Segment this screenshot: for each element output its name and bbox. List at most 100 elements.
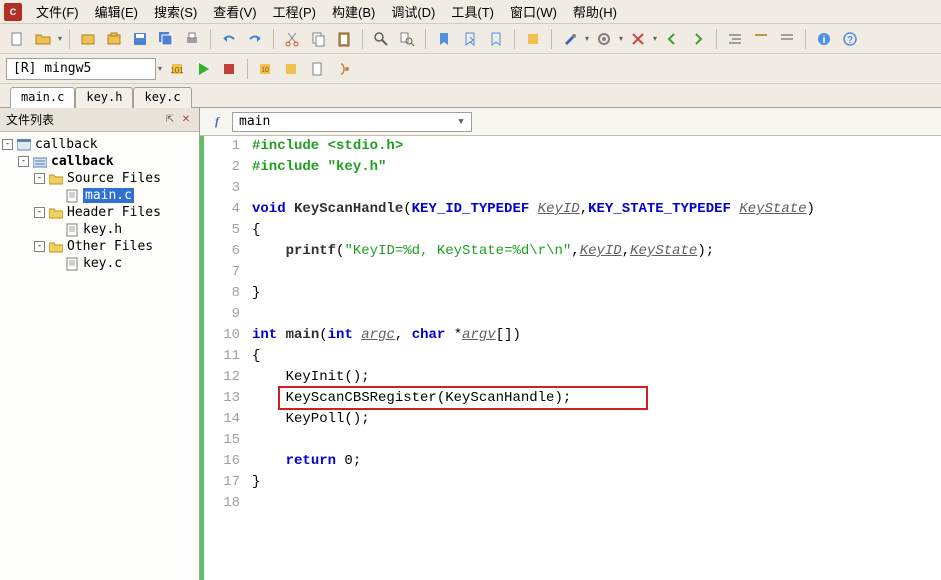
code-line[interactable]: return 0; xyxy=(252,451,941,472)
code-content[interactable]: #include <stdio.h>#include "key.h" void … xyxy=(248,136,941,580)
tree-project[interactable]: - callback xyxy=(2,153,197,170)
copy-button[interactable] xyxy=(307,28,329,50)
menu-file[interactable]: 文件(F) xyxy=(28,0,87,23)
comment-button[interactable] xyxy=(776,28,798,50)
settings-button[interactable] xyxy=(593,28,615,50)
expand-icon[interactable]: - xyxy=(2,139,13,150)
save-all-button[interactable] xyxy=(155,28,177,50)
stop-build-button[interactable] xyxy=(333,58,355,80)
code-line[interactable]: #include "key.h" xyxy=(252,157,941,178)
expand-icon[interactable]: - xyxy=(34,207,45,218)
rebuild-button[interactable] xyxy=(281,58,303,80)
next-bookmark-button[interactable] xyxy=(459,28,481,50)
build-target-button[interactable]: 10 xyxy=(255,58,277,80)
tree-label: Source Files xyxy=(67,171,161,186)
code-line[interactable]: { xyxy=(252,220,941,241)
open-project-button[interactable] xyxy=(103,28,125,50)
tab-key-c[interactable]: key.c xyxy=(133,87,191,108)
menubar: C 文件(F) 编辑(E) 搜索(S) 查看(V) 工程(P) 构建(B) 调试… xyxy=(0,0,941,24)
tree-folder[interactable]: - Source Files xyxy=(2,170,197,187)
function-nav: f main ▾ xyxy=(200,108,941,136)
redo-button[interactable] xyxy=(244,28,266,50)
tab-main-c[interactable]: main.c xyxy=(10,87,75,108)
code-line[interactable]: KeyPoll(); xyxy=(252,409,941,430)
tree-workspace[interactable]: -callback xyxy=(2,136,197,153)
menu-tools[interactable]: 工具(T) xyxy=(443,0,502,23)
code-line[interactable] xyxy=(252,430,941,451)
code-line[interactable]: printf("KeyID=%d, KeyState=%d\r\n",KeyID… xyxy=(252,241,941,262)
paste-button[interactable] xyxy=(333,28,355,50)
function-combo[interactable]: main ▾ xyxy=(232,112,472,132)
tree-label: callback xyxy=(51,154,114,169)
clean-button[interactable] xyxy=(307,58,329,80)
menu-search[interactable]: 搜索(S) xyxy=(146,0,205,23)
code-line[interactable] xyxy=(252,178,941,199)
print-button[interactable] xyxy=(181,28,203,50)
outdent-button[interactable] xyxy=(750,28,772,50)
cut-button[interactable] xyxy=(281,28,303,50)
separator xyxy=(273,29,274,49)
nav-back-button[interactable] xyxy=(661,28,683,50)
separator xyxy=(425,29,426,49)
code-line[interactable]: KeyScanCBSRegister(KeyScanHandle); xyxy=(252,388,941,409)
config-button[interactable] xyxy=(559,28,581,50)
pin-icon[interactable]: ⇱ xyxy=(163,113,177,127)
save-button[interactable] xyxy=(129,28,151,50)
tree-label: key.c xyxy=(83,256,122,271)
code-line[interactable]: } xyxy=(252,283,941,304)
menu-debug[interactable]: 调试(D) xyxy=(383,0,443,23)
nav-fwd-button[interactable] xyxy=(687,28,709,50)
tab-key-h[interactable]: key.h xyxy=(75,87,133,108)
file-icon xyxy=(64,189,80,203)
folder-icon xyxy=(48,206,64,220)
about-button[interactable]: ? xyxy=(839,28,861,50)
code-line[interactable] xyxy=(252,493,941,514)
undo-button[interactable] xyxy=(218,28,240,50)
tree-file[interactable]: key.c xyxy=(2,255,197,272)
menu-view[interactable]: 查看(V) xyxy=(205,0,264,23)
code-line[interactable]: void KeyScanHandle(KEY_ID_TYPEDEF KeyID,… xyxy=(252,199,941,220)
new-project-button[interactable] xyxy=(77,28,99,50)
find-button[interactable] xyxy=(370,28,392,50)
main-area: 文件列表 ⇱ ✕ -callback-callback-Source Files… xyxy=(0,108,941,580)
prev-bookmark-button[interactable] xyxy=(485,28,507,50)
svg-text:?: ? xyxy=(847,35,853,46)
code-line[interactable]: } xyxy=(252,472,941,493)
tree-folder[interactable]: -Other Files xyxy=(2,238,197,255)
code-line[interactable] xyxy=(252,304,941,325)
compile-button[interactable] xyxy=(522,28,544,50)
code-line[interactable]: int main(int argc, char *argv[]) xyxy=(252,325,941,346)
find-in-files-button[interactable] xyxy=(396,28,418,50)
func-icon[interactable]: f xyxy=(206,111,228,133)
menu-build[interactable]: 构建(B) xyxy=(324,0,383,23)
close-icon[interactable]: ✕ xyxy=(179,113,193,127)
compile-target-combo[interactable]: [R] mingw5 xyxy=(6,58,156,80)
tree-folder[interactable]: -Header Files xyxy=(2,204,197,221)
menu-window[interactable]: 窗口(W) xyxy=(502,0,565,23)
run-button[interactable] xyxy=(192,58,214,80)
code-editor[interactable]: 123456789101112131415161718 #include <st… xyxy=(200,136,941,580)
build-button[interactable]: 101 xyxy=(166,58,188,80)
code-line[interactable]: #include <stdio.h> xyxy=(252,136,941,157)
close-button[interactable] xyxy=(627,28,649,50)
tree-file[interactable]: key.h xyxy=(2,221,197,238)
open-file-button[interactable] xyxy=(32,28,54,50)
help-button[interactable]: i xyxy=(813,28,835,50)
toggle-bookmark-button[interactable] xyxy=(433,28,455,50)
code-line[interactable] xyxy=(252,262,941,283)
menu-edit[interactable]: 编辑(E) xyxy=(87,0,146,23)
code-line[interactable]: { xyxy=(252,346,941,367)
stop-button[interactable] xyxy=(218,58,240,80)
new-file-button[interactable] xyxy=(6,28,28,50)
expand-icon[interactable]: - xyxy=(34,173,45,184)
menu-help[interactable]: 帮助(H) xyxy=(565,0,625,23)
expand-icon[interactable]: - xyxy=(18,156,29,167)
line-gutter: 123456789101112131415161718 xyxy=(204,136,248,580)
menu-project[interactable]: 工程(P) xyxy=(265,0,324,23)
toolbar-compile: [R] mingw5 ▾ 101 10 xyxy=(0,54,941,84)
tree-file[interactable]: main.c xyxy=(2,187,197,204)
code-line[interactable]: KeyInit(); xyxy=(252,367,941,388)
project-tree[interactable]: -callback-callback-Source Filesmain.c-He… xyxy=(0,132,199,276)
expand-icon[interactable]: - xyxy=(34,241,45,252)
indent-button[interactable] xyxy=(724,28,746,50)
